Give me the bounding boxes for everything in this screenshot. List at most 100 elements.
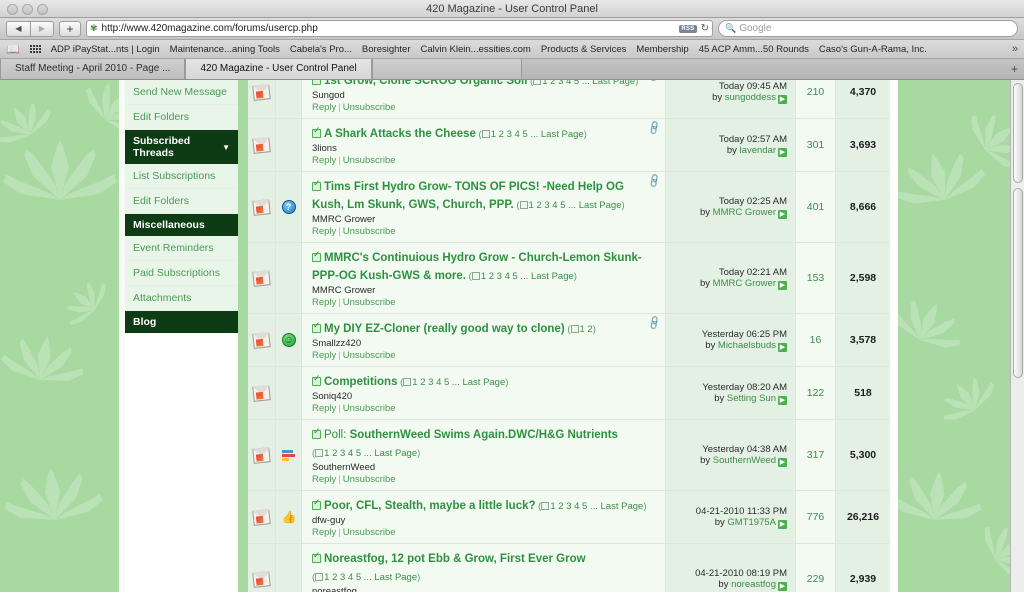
last-poster-link[interactable]: Michaelsbuds (718, 340, 776, 351)
goto-last-post-icon[interactable]: ▶ (778, 343, 787, 352)
bookmark-item[interactable]: Boresighter (362, 44, 411, 55)
table-row[interactable]: A Shark Attacks the Cheese (1 2 3 4 5 ..… (248, 119, 890, 172)
bookmarks-overflow-icon[interactable]: » (1012, 43, 1018, 55)
reply-link[interactable]: Reply (312, 102, 336, 113)
sidebar-item-event-reminders[interactable]: Event Reminders (125, 236, 238, 261)
last-poster-link[interactable]: sungoddess (725, 92, 776, 103)
scrollbar-thumb-inner[interactable] (1013, 188, 1023, 378)
minimize-button[interactable] (22, 4, 33, 15)
tab-staff-meeting[interactable]: Staff Meeting - April 2010 - Page ... (0, 59, 186, 79)
reply-link[interactable]: Reply (312, 155, 336, 166)
reload-icon[interactable]: ↻ (701, 23, 709, 34)
unsubscribe-link[interactable]: Unsubscribe (343, 403, 396, 414)
sidebar-item-send-new-message[interactable]: Send New Message (125, 80, 238, 105)
tab-empty[interactable] (371, 59, 522, 79)
bookmark-item[interactable]: Membership (636, 44, 688, 55)
back-icon[interactable]: ◀ (6, 20, 30, 37)
top-sites-grid-icon[interactable] (29, 45, 41, 53)
subscribed-checkbox-icon[interactable] (312, 374, 321, 386)
goto-last-post-icon[interactable]: ▶ (778, 281, 787, 290)
address-bar[interactable]: ✾ http://www.420magazine.com/forums/user… (86, 20, 713, 37)
last-poster-link[interactable]: MMRC Grower (713, 278, 776, 289)
sidebar-item-list-subscriptions[interactable]: List Subscriptions (125, 164, 238, 189)
zoom-button[interactable] (37, 4, 48, 15)
bookmark-item[interactable]: Cabela's Pro... (290, 44, 352, 55)
last-poster-link[interactable]: GMT1975A (727, 517, 776, 528)
rss-icon[interactable]: RSS (679, 24, 697, 33)
thread-pagination[interactable]: (1 2 3 4 5 ... Last Page) (397, 377, 508, 388)
last-poster-link[interactable]: noreastfog (731, 579, 776, 590)
sidebar-header-blog[interactable]: Blog (125, 311, 238, 333)
goto-last-post-icon[interactable]: ▶ (778, 148, 787, 157)
table-row[interactable]: MMRC's Continuious Hydro Grow - Church-L… (248, 243, 890, 314)
goto-last-post-icon[interactable]: ▶ (778, 582, 787, 591)
sidebar-header-miscellaneous[interactable]: Miscellaneous (125, 214, 238, 236)
subscribed-checkbox-icon[interactable] (312, 80, 321, 85)
scrollbar-thumb-outer[interactable] (1013, 83, 1023, 183)
sidebar-header-subscribed-threads[interactable]: Subscribed Threads ▼ (125, 130, 238, 164)
thread-pagination[interactable]: (1 2 3 4 5 ... Last Page) (476, 129, 587, 140)
goto-last-post-icon[interactable]: ▶ (778, 520, 787, 529)
unsubscribe-link[interactable]: Unsubscribe (343, 474, 396, 485)
table-row[interactable]: 1st Grow, Clone SCROG Organic Soil (1 2 … (248, 80, 890, 119)
bookmark-item[interactable]: Products & Services (541, 44, 627, 55)
sidebar-item-attachments[interactable]: Attachments (125, 286, 238, 311)
unsubscribe-link[interactable]: Unsubscribe (343, 350, 396, 361)
unsubscribe-link[interactable]: Unsubscribe (343, 155, 396, 166)
bookmark-item[interactable]: 45 ACP Amm...50 Rounds (699, 44, 809, 55)
thread-pagination[interactable]: (1 2 3 4 5 ... Last Page) (536, 501, 646, 512)
table-row[interactable]: Poll: SouthernWeed Swims Again.DWC/H&G N… (248, 420, 890, 491)
thread-pagination[interactable]: (1 2 3 4 5 ... Last Page) (514, 200, 624, 211)
thread-pagination[interactable]: (1 2) (565, 324, 596, 335)
thread-title-link[interactable]: Competitions (324, 376, 397, 388)
bookmark-item[interactable]: ADP iPayStat...nts | Login (51, 44, 160, 55)
close-button[interactable] (7, 4, 18, 15)
tab-user-control-panel[interactable]: 420 Magazine - User Control Panel (185, 59, 372, 79)
unsubscribe-link[interactable]: Unsubscribe (343, 226, 396, 237)
sidebar-item-edit-folders-subs[interactable]: Edit Folders (125, 189, 238, 214)
search-bar[interactable]: 🔍 Google (718, 20, 1018, 37)
reply-link[interactable]: Reply (312, 527, 336, 538)
reply-link[interactable]: Reply (312, 350, 336, 361)
subscribed-checkbox-icon[interactable] (312, 551, 321, 563)
bookmarks-sidebar-icon[interactable]: 📖 (6, 43, 20, 56)
last-poster-link[interactable]: MMRC Grower (713, 207, 776, 218)
table-row[interactable]: Competitions (1 2 3 4 5 ... Last Page)So… (248, 367, 890, 420)
table-row[interactable]: 👍 Poor, CFL, Stealth, maybe a little luck… (248, 491, 890, 544)
goto-last-post-icon[interactable]: ▶ (778, 95, 787, 104)
subscribed-checkbox-icon[interactable] (312, 427, 321, 439)
table-row[interactable]: My DIY EZ-Cloner (really good way to clo… (248, 314, 890, 367)
thread-title-link[interactable]: Noreastfog, 12 pot Ebb & Grow, First Eve… (324, 553, 586, 565)
vertical-scrollbar[interactable] (1010, 80, 1024, 592)
thread-title-link[interactable]: Poor, CFL, Stealth, maybe a little luck? (324, 500, 536, 512)
last-poster-link[interactable]: lavendar (740, 145, 776, 156)
thread-title-link[interactable]: My DIY EZ-Cloner (really good way to clo… (324, 323, 565, 335)
bookmark-item[interactable]: Caso's Gun-A-Rama, Inc. (819, 44, 927, 55)
bookmark-item[interactable]: Calvin Klein...essities.com (421, 44, 531, 55)
unsubscribe-link[interactable]: Unsubscribe (343, 102, 396, 113)
thread-pagination[interactable]: (1 2 3 4 5 ... Last Page) (312, 448, 420, 459)
reply-link[interactable]: Reply (312, 226, 336, 237)
reply-link[interactable]: Reply (312, 297, 336, 308)
unsubscribe-link[interactable]: Unsubscribe (343, 297, 396, 308)
subscribed-checkbox-icon[interactable] (312, 179, 321, 191)
reply-link[interactable]: Reply (312, 474, 336, 485)
subscribed-checkbox-icon[interactable] (312, 498, 321, 510)
sidebar-item-edit-folders-pm[interactable]: Edit Folders (125, 105, 238, 130)
bookmark-item[interactable]: Maintenance...aning Tools (170, 44, 280, 55)
table-row[interactable]: Tims First Hydro Grow- TONS OF PICS! -Ne… (248, 172, 890, 243)
last-poster-link[interactable]: Setting Sun (727, 393, 776, 404)
thread-pagination[interactable]: (1 2 3 4 5 ... Last Page) (527, 80, 638, 87)
unsubscribe-link[interactable]: Unsubscribe (343, 527, 396, 538)
subscribed-checkbox-icon[interactable] (312, 126, 321, 138)
window-controls[interactable] (7, 4, 48, 15)
thread-title-link[interactable]: A Shark Attacks the Cheese (324, 128, 476, 140)
thread-title-link[interactable]: SouthernWeed Swims Again.DWC/H&G Nutrien… (350, 429, 618, 441)
reply-link[interactable]: Reply (312, 403, 336, 414)
last-poster-link[interactable]: SouthernWeed (713, 455, 776, 466)
thread-pagination[interactable]: (1 2 3 4 5 ... Last Page) (466, 271, 577, 282)
subscribed-checkbox-icon[interactable] (312, 250, 321, 262)
thread-pagination[interactable]: (1 2 3 4 5 ... Last Page) (312, 572, 420, 583)
subscribed-checkbox-icon[interactable] (312, 321, 321, 333)
goto-last-post-icon[interactable]: ▶ (778, 396, 787, 405)
